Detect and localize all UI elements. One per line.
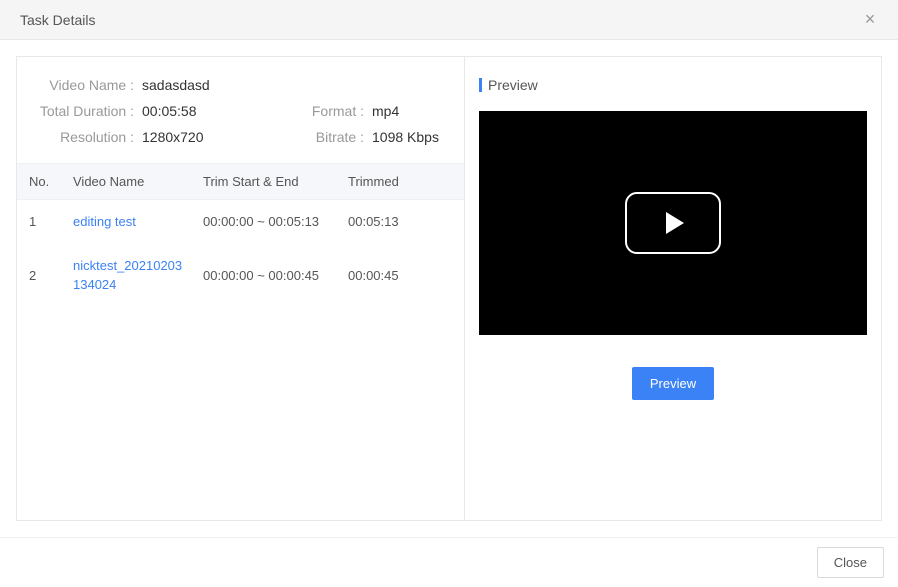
meta-value: 00:05:58 (142, 103, 302, 119)
preview-button-wrap: Preview (479, 367, 867, 400)
col-video-name: Video Name (65, 164, 195, 200)
table-row: 2 nicktest_20210203134024 00:00:00 ~ 00:… (17, 244, 464, 307)
meta-row-resolution-bitrate: Resolution : 1280x720 Bitrate : 1098 Kbp… (27, 129, 454, 145)
video-preview (479, 111, 867, 335)
meta-value: mp4 (372, 103, 399, 119)
preview-button[interactable]: Preview (632, 367, 714, 400)
video-name-link[interactable]: nicktest_20210203134024 (73, 258, 182, 293)
col-no: No. (17, 164, 65, 200)
meta-label: Bitrate : (302, 129, 372, 145)
col-trimmed: Trimmed (340, 164, 464, 200)
close-icon[interactable]: × (858, 8, 882, 32)
meta-label: Video Name : (27, 77, 142, 93)
content-frame: Video Name : sadasdasd Total Duration : … (16, 56, 882, 521)
cell-trim: 00:00:00 ~ 00:00:45 (195, 244, 340, 307)
meta-row-video-name: Video Name : sadasdasd (27, 77, 454, 93)
meta-value: 1280x720 (142, 129, 302, 145)
meta-value: 1098 Kbps (372, 129, 439, 145)
preview-heading: Preview (479, 77, 867, 93)
meta-label: Resolution : (27, 129, 142, 145)
video-name-link[interactable]: editing test (73, 214, 136, 229)
modal-header: Task Details × (0, 0, 898, 40)
cell-no: 2 (17, 244, 65, 307)
modal-title: Task Details (20, 12, 95, 28)
meta-row-duration-format: Total Duration : 00:05:58 Format : mp4 (27, 103, 454, 119)
cell-trimmed: 00:00:45 (340, 244, 464, 307)
table-header-row: No. Video Name Trim Start & End Trimmed (17, 164, 464, 200)
meta-label: Total Duration : (27, 103, 142, 119)
table-row: 1 editing test 00:00:00 ~ 00:05:13 00:05… (17, 200, 464, 244)
meta-block: Video Name : sadasdasd Total Duration : … (17, 57, 464, 163)
right-pane: Preview Preview (465, 57, 881, 520)
left-pane: Video Name : sadasdasd Total Duration : … (17, 57, 465, 520)
cell-trim: 00:00:00 ~ 00:05:13 (195, 200, 340, 244)
preview-accent-bar (479, 78, 482, 92)
cell-trimmed: 00:05:13 (340, 200, 464, 244)
play-button[interactable] (625, 192, 721, 254)
clips-table: No. Video Name Trim Start & End Trimmed … (17, 163, 464, 307)
col-trim: Trim Start & End (195, 164, 340, 200)
meta-label: Format : (302, 103, 372, 119)
preview-heading-text: Preview (488, 77, 538, 93)
close-button[interactable]: Close (817, 547, 884, 578)
cell-no: 1 (17, 200, 65, 244)
play-icon (666, 212, 684, 234)
modal-footer: Close (0, 537, 898, 587)
modal-body: Video Name : sadasdasd Total Duration : … (0, 40, 898, 537)
meta-value: sadasdasd (142, 77, 302, 93)
